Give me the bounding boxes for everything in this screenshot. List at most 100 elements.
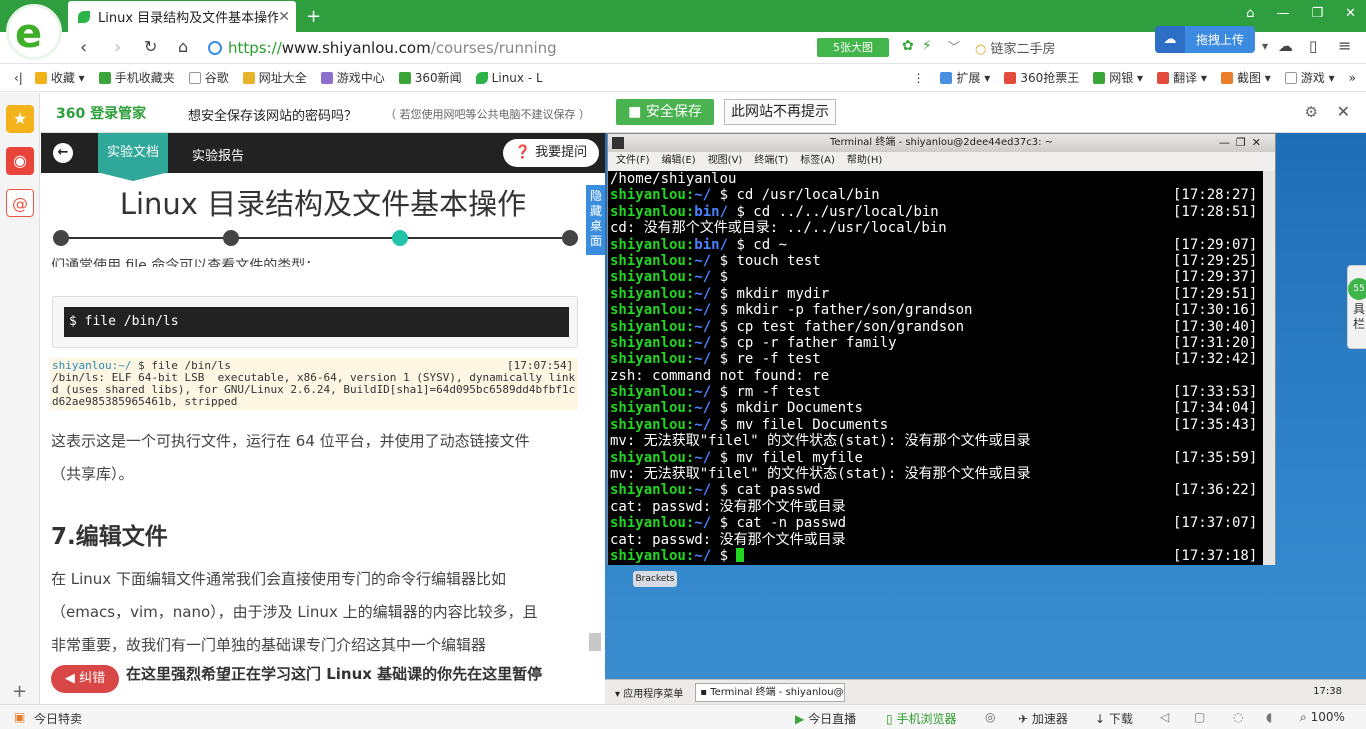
weibo-icon[interactable]: ◉ xyxy=(6,147,34,175)
app-menu-button[interactable]: ▾ 应用程序菜单 xyxy=(615,685,683,700)
add-sidebar-icon[interactable]: + xyxy=(12,681,27,702)
reload-icon[interactable]: ↻ xyxy=(144,37,157,56)
browser-tab[interactable]: Linux 目录结构及文件基本操作 ✕ xyxy=(68,1,296,32)
bookmark-games[interactable]: 游戏中心 xyxy=(320,69,385,86)
menu-file[interactable]: 文件(F) xyxy=(616,152,650,170)
close-tab-icon[interactable]: ✕ xyxy=(278,9,290,25)
bookmark-games-right[interactable]: 游戏 ▾ xyxy=(1284,69,1335,86)
speaker-icon[interactable]: ◖ xyxy=(1266,710,1272,724)
edge-toolbar-widget[interactable]: 55 具栏 xyxy=(1347,265,1366,349)
chevron-down-icon[interactable]: ﹀ xyxy=(948,38,960,55)
terminal-timestamp: [17:31:20] xyxy=(1173,334,1258,351)
terminal-prompt-dir: ~/ xyxy=(694,318,712,335)
menu-tabs[interactable]: 标签(A) xyxy=(800,152,835,170)
bookmark-mobile[interactable]: 手机收藏夹 xyxy=(98,69,175,86)
bookmark-sites[interactable]: 网址大全 xyxy=(242,69,307,86)
restore-icon[interactable]: ❐ xyxy=(1311,6,1323,21)
today-sale[interactable]: 今日特卖 xyxy=(34,710,82,727)
shield-status-icon[interactable]: ◎ xyxy=(985,710,995,724)
upload-button[interactable]: ☁ 拖拽上传 xyxy=(1155,26,1255,53)
progress-step-current[interactable] xyxy=(392,230,408,246)
browser-logo[interactable]: e xyxy=(6,4,62,60)
terminal-window: Terminal 终端 - shiyanlou@2dee44ed37c3: ~ … xyxy=(607,133,1276,565)
terminal-command: $ mkdir -p father/son/grandson xyxy=(711,302,973,319)
image-icon[interactable]: ▢ xyxy=(1194,710,1205,724)
paragraph: （emacs，vim，nano），由于涉及 Linux 上的编辑器的内容比较多，… xyxy=(51,603,538,621)
download-link[interactable]: ↓ 下载 xyxy=(1095,710,1133,727)
live-link[interactable]: ▶ 今日直播 xyxy=(795,710,856,727)
speed-badge: 55 xyxy=(1348,278,1366,300)
tab-lab-report[interactable]: 实验报告 xyxy=(192,145,244,164)
accelerator-link[interactable]: ✈ 加速器 xyxy=(1018,710,1068,727)
bookmark-google[interactable]: 谷歌 xyxy=(188,69,229,86)
more-bookmarks-icon[interactable]: » xyxy=(1349,71,1356,85)
big-images-button[interactable]: 5张大图 xyxy=(817,38,889,57)
terminal-line: cat: passwd: 没有那个文件或目录 xyxy=(610,532,1264,548)
bookmark-tickets[interactable]: 360抢票王 xyxy=(1004,69,1079,86)
terminal-command: $ xyxy=(711,547,737,564)
terminal-prompt-dir: ~/ xyxy=(694,187,712,204)
phone-icon[interactable]: ▯ xyxy=(1309,37,1317,55)
mobile-browser-link[interactable]: ▯ 手机浏览器 xyxy=(886,710,956,727)
taskbar-terminal[interactable]: ▪ Terminal 终端 - shiyanlou@... xyxy=(695,682,846,702)
back-arrow-icon[interactable]: ← xyxy=(53,143,73,163)
bookmark-bank[interactable]: 网银 ▾ xyxy=(1093,69,1143,86)
menu-view[interactable]: 视图(V) xyxy=(708,152,743,170)
forward-icon[interactable]: › xyxy=(114,37,121,58)
bookmark-translate[interactable]: 翻译 ▾ xyxy=(1157,69,1207,86)
mute-icon[interactable]: ◁ xyxy=(1160,710,1169,724)
doc-scrollbar[interactable] xyxy=(589,633,601,651)
bookmark-extensions[interactable]: 扩展 ▾ xyxy=(940,69,990,86)
bookmark-label: Linux - L xyxy=(491,70,543,85)
menu-icon[interactable]: ≡ xyxy=(1338,36,1351,55)
progress-step[interactable] xyxy=(223,230,239,246)
lightning-icon[interactable]: ⚡ xyxy=(922,38,932,54)
shield-icon[interactable]: ✿ xyxy=(902,38,914,54)
menu-edit[interactable]: 编辑(E) xyxy=(662,152,696,170)
more-icon[interactable]: ⋮ xyxy=(912,71,924,85)
hide-desktop-button[interactable]: 隐藏桌面 xyxy=(586,185,605,255)
brackets-desktop-icon[interactable]: Brackets xyxy=(633,571,677,587)
terminal-prompt-user: shiyanlou: xyxy=(610,351,695,368)
progress-step[interactable] xyxy=(562,230,578,246)
home-icon[interactable]: ⌂ xyxy=(178,37,188,56)
terminal-cursor xyxy=(736,547,745,562)
close-icon[interactable]: ✕ xyxy=(1337,102,1350,121)
zoom-control[interactable]: ⌕ 100% xyxy=(1300,710,1345,725)
cloud-icon[interactable]: ☁ xyxy=(1278,37,1293,55)
close-window-icon[interactable]: ✕ xyxy=(1345,6,1356,21)
star-icon[interactable]: ★ xyxy=(6,105,34,133)
minimize-icon[interactable]: — xyxy=(1276,6,1289,21)
dropdown-icon[interactable]: ▾ xyxy=(1262,39,1268,53)
cleanup-icon[interactable]: ◌ xyxy=(1233,710,1243,724)
progress-step[interactable] xyxy=(53,230,69,246)
terminal-scrollbar[interactable] xyxy=(1263,171,1275,565)
terminal-line: shiyanlou:~/ $ mkdir Documents [17:34:04] xyxy=(610,400,1264,416)
sidebar-toggle-icon[interactable]: ‹| xyxy=(14,71,23,85)
back-icon[interactable]: ‹ xyxy=(80,37,87,58)
bookmark-linux[interactable]: Linux - L xyxy=(475,70,543,85)
terminal-prompt-user: shiyanlou: xyxy=(610,547,695,564)
never-remind-button[interactable]: 此网站不再提示 xyxy=(724,99,836,125)
tab-lab-doc[interactable]: 实验文档 xyxy=(98,133,168,181)
bookmark-screenshot[interactable]: 截图 ▾ xyxy=(1220,69,1271,86)
terminal-screen[interactable]: /home/shiyanlou shiyanlou:~/ $ cd /usr/lo… xyxy=(608,171,1264,565)
gear-icon[interactable]: ⚙ xyxy=(1305,103,1318,121)
bank-icon xyxy=(1093,72,1106,84)
terminal-titlebar[interactable]: Terminal 终端 - shiyanlou@2dee44ed37c3: ~ … xyxy=(608,134,1275,152)
bookmark-news[interactable]: 360新闻 xyxy=(398,69,462,86)
new-tab-button[interactable]: + xyxy=(306,6,321,27)
output-line: d62ae985385965461b, stripped xyxy=(52,395,238,408)
search-hint[interactable]: ○ 链家二手房 xyxy=(975,38,1056,57)
menu-terminal[interactable]: 终端(T) xyxy=(754,152,788,170)
bookmark-label: 360抢票王 xyxy=(1020,71,1080,85)
report-error-button[interactable]: ◀ 纠错 xyxy=(51,665,119,693)
safe-save-button[interactable]: ■ 安全保存 xyxy=(616,99,714,125)
menu-help[interactable]: 帮助(H) xyxy=(847,152,882,170)
email-icon[interactable]: @ xyxy=(6,189,34,217)
terminal-window-controls[interactable]: —❐✕ xyxy=(1219,134,1267,152)
ask-question-button[interactable]: ❓ 我要提问 xyxy=(503,139,599,167)
bookmark-favorites[interactable]: 收藏 ▾ xyxy=(34,69,85,86)
search-hint-text: 链家二手房 xyxy=(990,42,1056,57)
skin-icon[interactable]: ⌂ xyxy=(1246,6,1254,21)
